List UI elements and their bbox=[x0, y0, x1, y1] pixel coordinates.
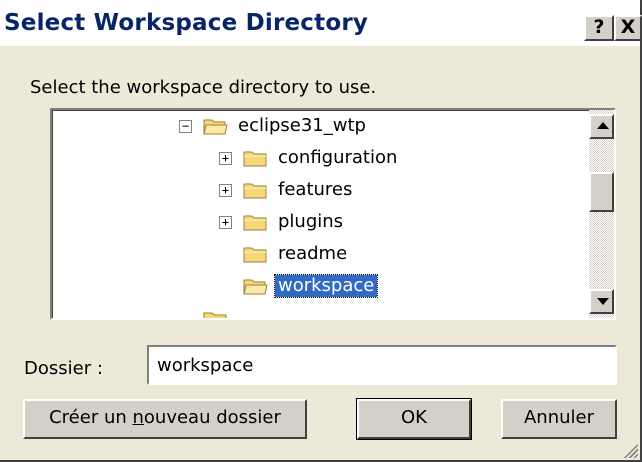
tree-node-features[interactable]: + features bbox=[213, 177, 473, 205]
mnemonic-n: n bbox=[132, 407, 144, 428]
arrow-down-icon bbox=[597, 298, 609, 305]
folder-icon bbox=[243, 215, 267, 231]
scroll-down-button[interactable] bbox=[589, 289, 614, 314]
help-button[interactable]: ? bbox=[584, 15, 614, 41]
new-folder-label-pre: Créer un bbox=[49, 407, 133, 428]
scroll-thumb[interactable] bbox=[589, 172, 614, 212]
tree-node-eclipse31-wtp[interactable]: − eclipse31_wtp bbox=[173, 113, 473, 141]
tree-node-label: eclipse31_wtp bbox=[238, 115, 366, 136]
folder-name-input[interactable] bbox=[147, 345, 617, 385]
tree-node-configuration[interactable]: + configuration bbox=[213, 145, 473, 173]
tree-node-workspace[interactable]: workspace bbox=[213, 273, 473, 301]
tree-view: − eclipse31_wtp + configuration + featur… bbox=[52, 110, 589, 318]
instruction-text: Select the workspace directory to use. bbox=[30, 77, 377, 98]
tree-node-readme[interactable]: readme bbox=[213, 241, 473, 269]
tree-node-label: plugins bbox=[278, 211, 344, 232]
tree-node-label: features bbox=[278, 179, 353, 200]
folder-icon bbox=[243, 183, 267, 199]
close-button[interactable]: X bbox=[614, 15, 642, 41]
scroll-up-button[interactable] bbox=[589, 114, 614, 139]
folder-open-icon bbox=[243, 279, 268, 295]
expand-icon[interactable]: + bbox=[219, 216, 232, 229]
select-workspace-dialog: Select Workspace Directory ? X Select th… bbox=[0, 0, 642, 462]
collapse-icon[interactable]: − bbox=[179, 120, 192, 133]
new-folder-label-post: ouveau dossier bbox=[143, 407, 281, 428]
expand-icon[interactable]: + bbox=[219, 184, 232, 197]
ok-button[interactable]: OK bbox=[356, 398, 472, 440]
title-bar[interactable]: Select Workspace Directory ? X bbox=[0, 0, 642, 46]
expand-icon[interactable]: + bbox=[219, 152, 232, 165]
folder-icon bbox=[243, 247, 267, 263]
directory-tree[interactable]: − eclipse31_wtp + configuration + featur… bbox=[50, 108, 616, 320]
folder-open-icon bbox=[203, 119, 228, 135]
cancel-button[interactable]: Annuler bbox=[501, 399, 617, 439]
window-title: Select Workspace Directory bbox=[4, 10, 369, 36]
folder-icon bbox=[243, 151, 267, 167]
resize-grip-icon[interactable] bbox=[622, 442, 638, 458]
tree-vertical-scrollbar[interactable] bbox=[589, 110, 614, 318]
tree-node-label-selected: workspace bbox=[273, 274, 379, 298]
folder-icon bbox=[203, 312, 227, 318]
tree-node-label: readme bbox=[278, 243, 348, 264]
folder-field-label: Dossier : bbox=[24, 358, 103, 379]
new-folder-button[interactable]: Créer un nouveau dossier bbox=[23, 399, 307, 439]
tree-node-plugins[interactable]: + plugins bbox=[213, 209, 473, 237]
tree-node-label: configuration bbox=[278, 147, 398, 168]
arrow-up-icon bbox=[597, 122, 609, 129]
